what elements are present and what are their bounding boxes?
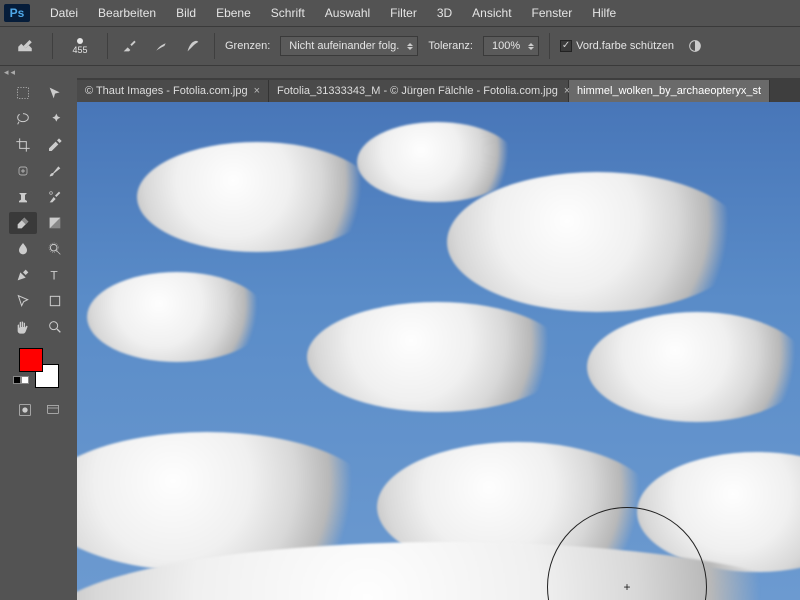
brush-size-value: 455 [72, 45, 87, 55]
path-selection-tool[interactable] [9, 290, 37, 312]
healing-brush-tool[interactable] [9, 160, 37, 182]
checkbox-icon [560, 40, 572, 52]
blur-tool[interactable] [9, 238, 37, 260]
document-tab[interactable]: himmel_wolken_by_archaeopteryx_st [569, 80, 770, 102]
app-logo: Ps [4, 4, 30, 22]
options-bar: 455 Grenzen: Nicht aufeinander folg. Tol… [0, 26, 800, 66]
menu-filter[interactable]: Filter [380, 2, 427, 24]
shape-tool[interactable] [41, 290, 69, 312]
brush-dot-icon [77, 38, 83, 44]
menu-auswahl[interactable]: Auswahl [315, 2, 380, 24]
toleranz-dropdown[interactable]: 100% [483, 36, 539, 56]
canvas[interactable] [77, 102, 800, 600]
brush-preset-picker[interactable]: 455 [63, 38, 97, 55]
menu-schrift[interactable]: Schrift [261, 2, 315, 24]
brush-tool[interactable] [41, 160, 69, 182]
tools-panel: T [0, 78, 77, 600]
gradient-tool[interactable] [41, 212, 69, 234]
magic-wand-tool[interactable] [41, 108, 69, 130]
grenzen-dropdown[interactable]: Nicht aufeinander folg. [280, 36, 418, 56]
lasso-tool[interactable] [9, 108, 37, 130]
airbrush-toggle[interactable] [150, 35, 172, 57]
move-tool[interactable] [41, 82, 69, 104]
eraser-tool[interactable] [9, 212, 37, 234]
foreground-color-swatch[interactable] [19, 348, 43, 372]
menu-ansicht[interactable]: Ansicht [462, 2, 521, 24]
eyedropper-tool[interactable] [41, 134, 69, 156]
grenzen-value: Nicht aufeinander folg. [289, 40, 399, 52]
dodge-tool[interactable] [41, 238, 69, 260]
document-tab[interactable]: © Thaut Images - Fotolia.com.jpg× [77, 80, 269, 102]
zoom-tool[interactable] [41, 316, 69, 338]
quick-mask-toggle[interactable] [13, 400, 37, 420]
document-tabs: © Thaut Images - Fotolia.com.jpg× Fotoli… [77, 78, 800, 102]
tool-preset-picker[interactable] [8, 34, 42, 58]
menu-datei[interactable]: Datei [40, 2, 88, 24]
crop-tool[interactable] [9, 134, 37, 156]
menu-hilfe[interactable]: Hilfe [582, 2, 626, 24]
type-tool[interactable]: T [41, 264, 69, 286]
toleranz-value: 100% [492, 40, 520, 52]
menu-bild[interactable]: Bild [166, 2, 206, 24]
dropdown-arrows-icon [528, 43, 534, 50]
toleranz-label: Toleranz: [428, 40, 473, 52]
document-tab[interactable]: Fotolia_31333343_M - © Jürgen Fälchle - … [269, 80, 569, 102]
color-swatches[interactable] [19, 348, 59, 388]
svg-text:T: T [50, 269, 58, 283]
pressure-opacity-toggle[interactable] [684, 35, 706, 57]
protect-foreground-checkbox[interactable]: Vord.farbe schützen [560, 40, 674, 52]
menu-3d[interactable]: 3D [427, 2, 462, 24]
default-colors-icon[interactable] [13, 376, 29, 384]
brush-panel-toggle[interactable] [118, 35, 140, 57]
menu-ebene[interactable]: Ebene [206, 2, 261, 24]
clone-stamp-tool[interactable] [9, 186, 37, 208]
menu-fenster[interactable]: Fenster [522, 2, 583, 24]
menu-bearbeiten[interactable]: Bearbeiten [88, 2, 166, 24]
document-area: © Thaut Images - Fotolia.com.jpg× Fotoli… [77, 78, 800, 600]
hand-tool[interactable] [9, 316, 37, 338]
screen-mode-toggle[interactable] [41, 400, 65, 420]
menu-bar: Ps Datei Bearbeiten Bild Ebene Schrift A… [0, 0, 800, 26]
tablet-pressure-toggle[interactable] [182, 35, 204, 57]
dropdown-arrows-icon [407, 43, 413, 50]
marquee-tool[interactable] [9, 82, 37, 104]
collapse-handle[interactable]: ◂◂ [0, 66, 800, 78]
pen-tool[interactable] [9, 264, 37, 286]
close-icon[interactable]: × [254, 85, 260, 97]
history-brush-tool[interactable] [41, 186, 69, 208]
grenzen-label: Grenzen: [225, 40, 270, 52]
